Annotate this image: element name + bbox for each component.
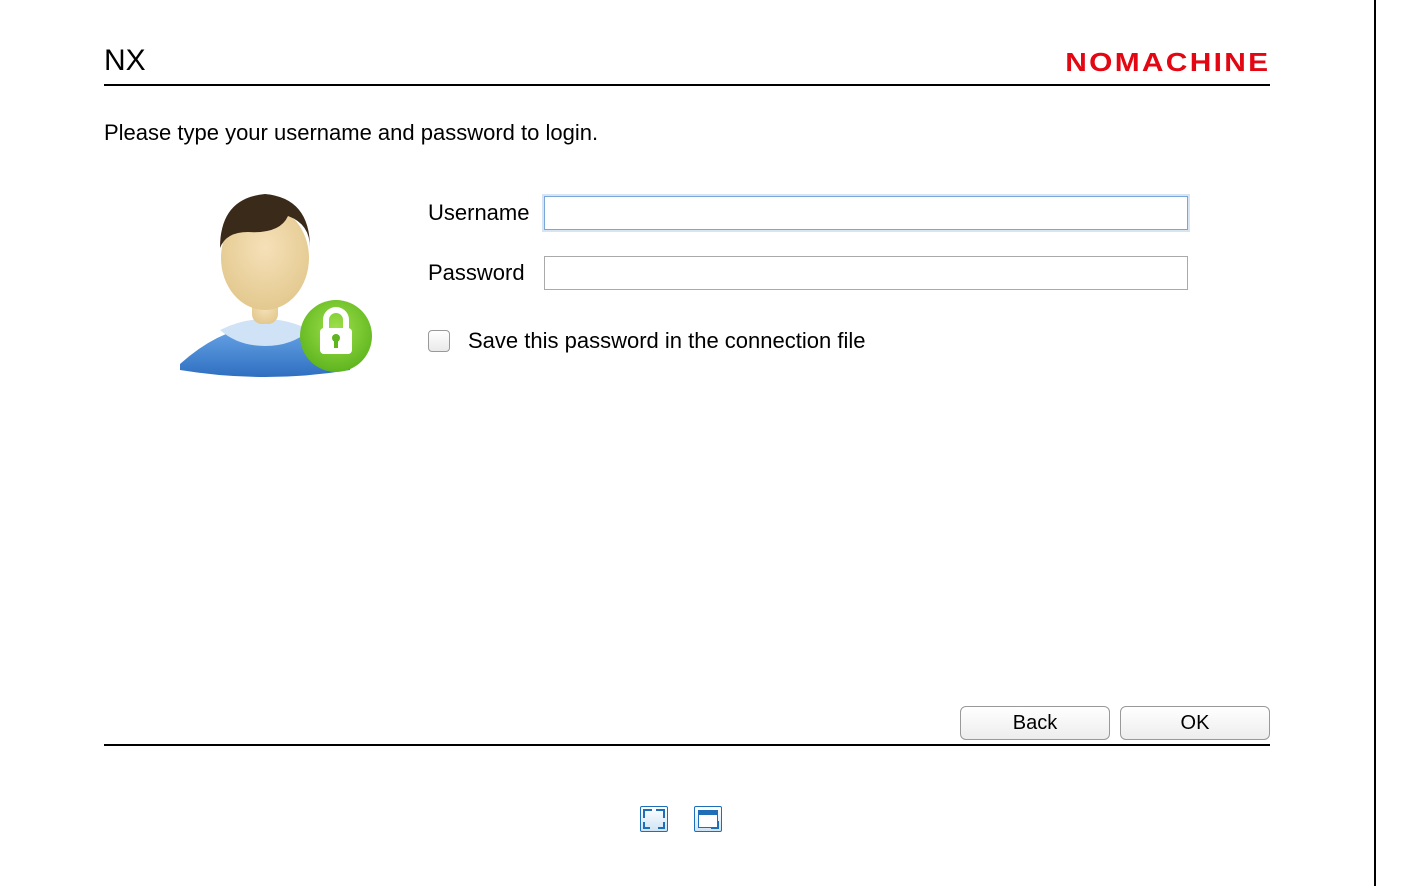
username-row: Username — [428, 196, 1188, 230]
bottom-toolbar — [640, 806, 722, 832]
instruction-text: Please type your username and password t… — [104, 120, 598, 146]
save-password-label: Save this password in the connection fil… — [468, 328, 865, 354]
fields: Username Password Save this password in … — [428, 196, 1188, 354]
user-lock-icon — [160, 188, 380, 378]
back-button[interactable]: Back — [960, 706, 1110, 740]
brand-logo: NOMACHINE — [1065, 47, 1270, 78]
password-label: Password — [428, 260, 544, 286]
login-window: NX NOMACHINE Please type your username a… — [0, 0, 1376, 886]
fullscreen-icon[interactable] — [640, 806, 668, 832]
ok-button[interactable]: OK — [1120, 706, 1270, 740]
username-input[interactable] — [544, 196, 1188, 230]
save-password-row: Save this password in the connection fil… — [428, 328, 1188, 354]
save-password-checkbox[interactable] — [428, 330, 450, 352]
header: NX NOMACHINE — [104, 44, 1270, 86]
username-label: Username — [428, 200, 544, 226]
window-resize-icon[interactable] — [694, 806, 722, 832]
protocol-title: NX — [104, 44, 146, 78]
button-bar: Back OK — [960, 706, 1270, 746]
password-row: Password — [428, 256, 1188, 290]
footer-divider — [104, 744, 1270, 746]
password-input[interactable] — [544, 256, 1188, 290]
